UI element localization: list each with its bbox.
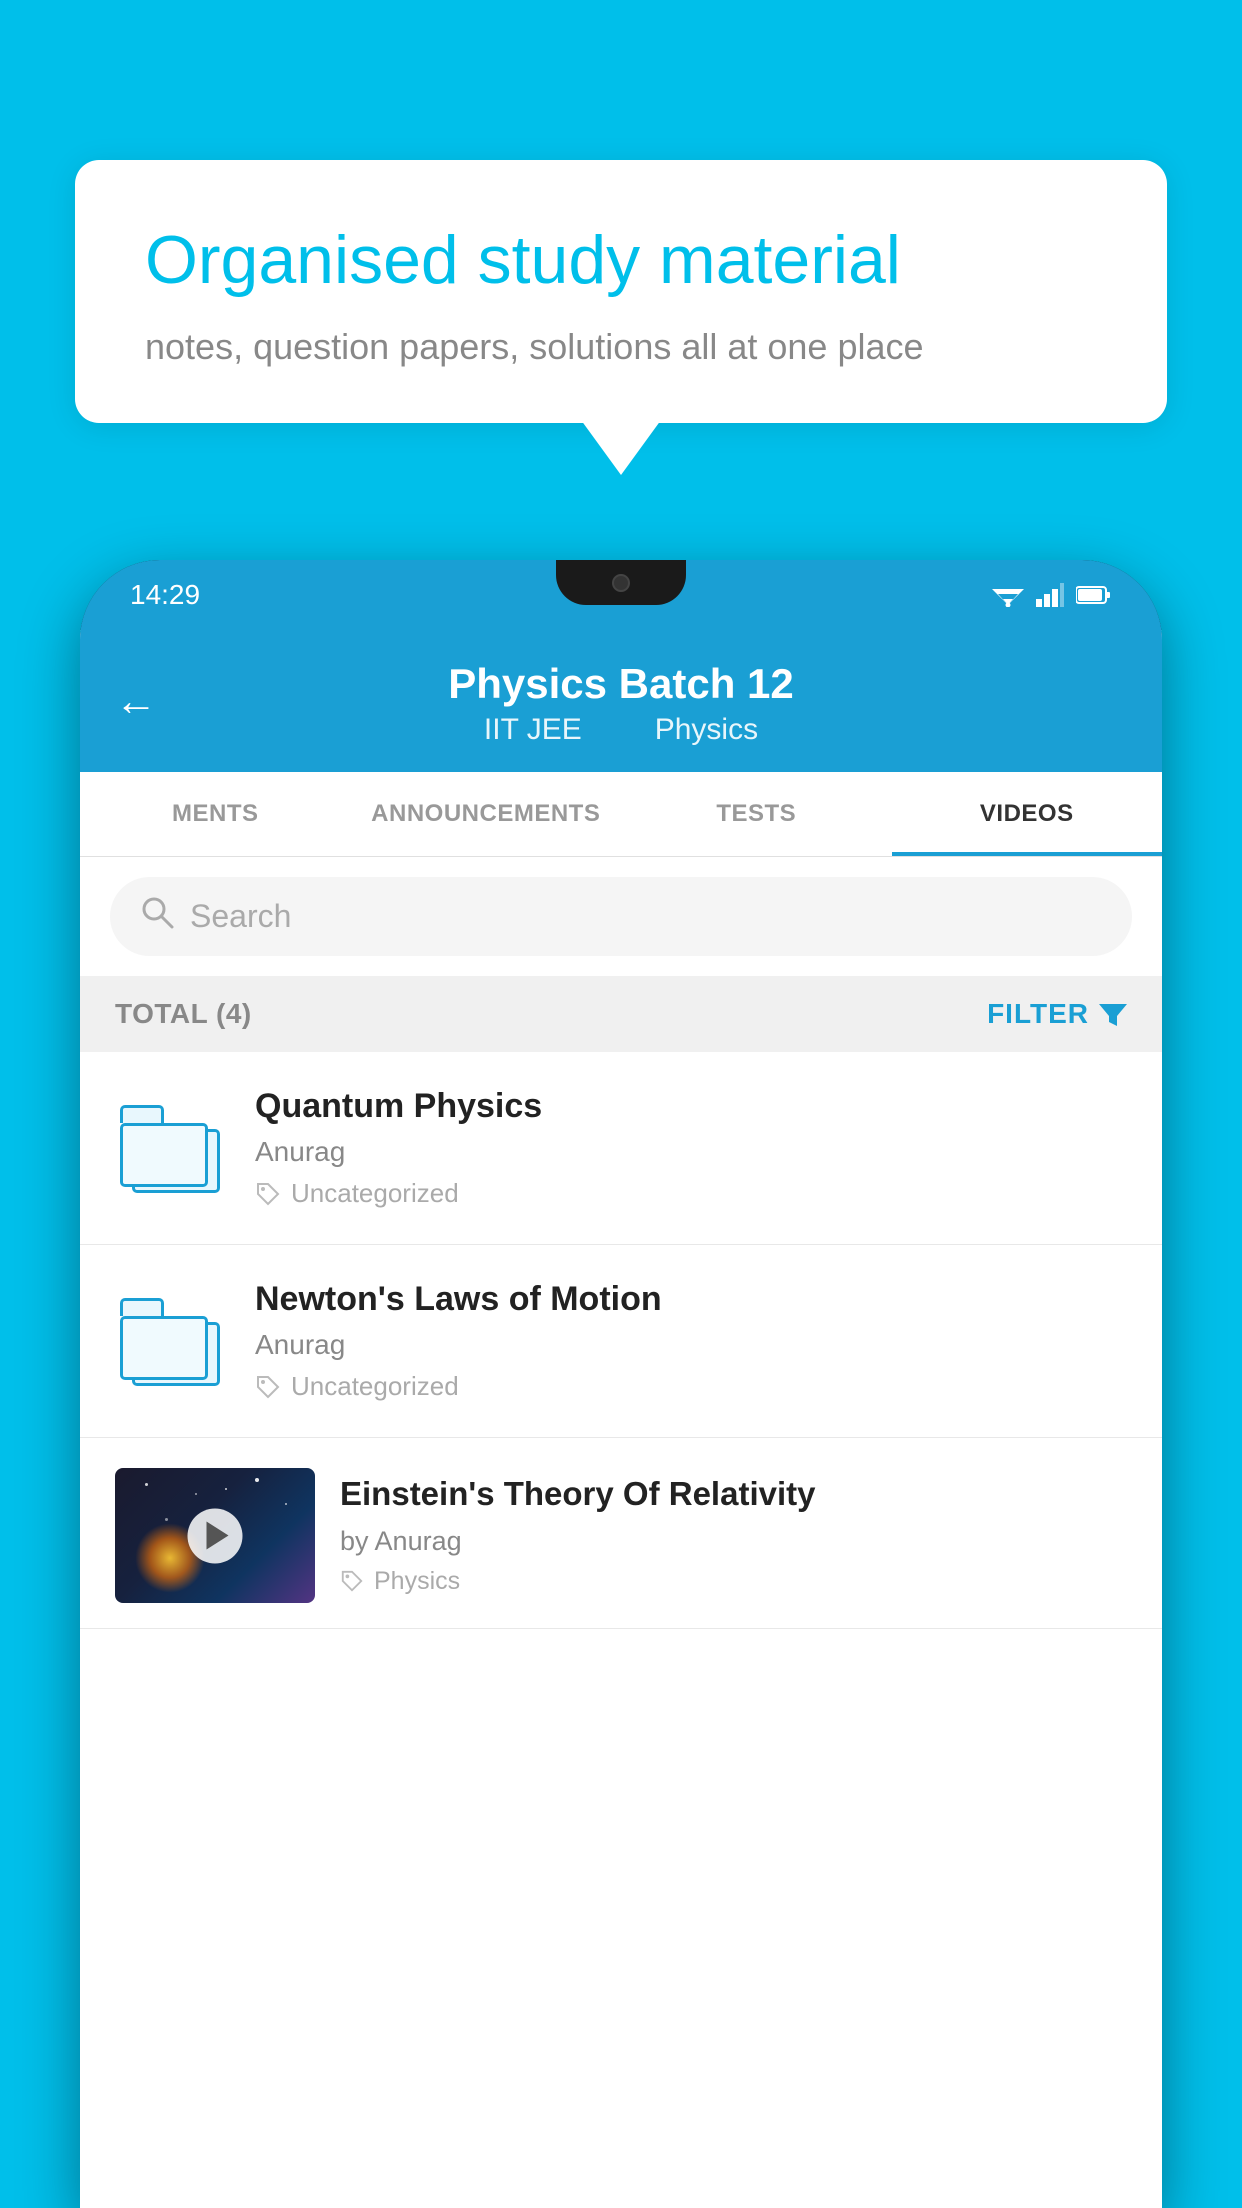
header-subtitle-part2: Physics	[655, 713, 758, 746]
search-placeholder: Search	[190, 898, 291, 935]
folder-thumb	[115, 1093, 225, 1203]
list-item[interactable]: Einstein's Theory Of Relativity by Anura…	[80, 1438, 1162, 1629]
search-input-wrap[interactable]: Search	[110, 877, 1132, 956]
bubble-title: Organised study material	[145, 220, 1097, 302]
total-label: TOTAL (4)	[115, 998, 252, 1030]
video-thumbnail	[115, 1468, 315, 1603]
video-tag: Uncategorized	[255, 1371, 1127, 1402]
filter-label: FILTER	[987, 998, 1089, 1030]
play-button[interactable]	[188, 1508, 243, 1563]
tab-ments[interactable]: MENTS	[80, 772, 351, 856]
signal-icon	[1036, 583, 1064, 607]
filter-icon	[1099, 1000, 1127, 1028]
video-author: Anurag	[255, 1136, 1127, 1168]
list-item[interactable]: Newton's Laws of Motion Anurag Uncategor…	[80, 1245, 1162, 1438]
tab-tests[interactable]: TESTS	[621, 772, 892, 856]
folder-thumb	[115, 1286, 225, 1396]
video-list: Quantum Physics Anurag Uncategorized	[80, 1052, 1162, 1629]
phone-frame: 14:29	[80, 560, 1162, 2208]
header-subtitle-separator	[614, 713, 631, 746]
search-icon	[140, 895, 174, 938]
app-header: ← Physics Batch 12 IIT JEE Physics	[80, 630, 1162, 772]
header-subtitle: IIT JEE Physics	[472, 713, 770, 747]
camera	[612, 574, 630, 592]
phone-screen: ← Physics Batch 12 IIT JEE Physics MENTS…	[80, 630, 1162, 2208]
video-tag: Uncategorized	[255, 1178, 1127, 1209]
video-author: Anurag	[255, 1329, 1127, 1361]
video-title: Einstein's Theory Of Relativity	[340, 1473, 1127, 1516]
header-subtitle-part1: IIT JEE	[484, 713, 582, 746]
tag-icon	[340, 1569, 364, 1593]
video-title: Quantum Physics	[255, 1087, 1127, 1126]
status-icons	[992, 583, 1112, 607]
play-triangle	[206, 1522, 228, 1550]
speech-bubble: Organised study material notes, question…	[75, 160, 1167, 423]
tabs-bar: MENTS ANNOUNCEMENTS TESTS VIDEOS	[80, 772, 1162, 857]
wifi-icon	[992, 583, 1024, 607]
tab-announcements[interactable]: ANNOUNCEMENTS	[351, 772, 622, 856]
filter-button[interactable]: FILTER	[987, 998, 1127, 1030]
video-info: Einstein's Theory Of Relativity by Anura…	[340, 1468, 1127, 1596]
filter-bar: TOTAL (4) FILTER	[80, 976, 1162, 1052]
video-info: Newton's Laws of Motion Anurag Uncategor…	[255, 1280, 1127, 1402]
list-item[interactable]: Quantum Physics Anurag Uncategorized	[80, 1052, 1162, 1245]
tag-icon	[255, 1374, 281, 1400]
tab-videos[interactable]: VIDEOS	[892, 772, 1163, 856]
status-time: 14:29	[130, 579, 200, 611]
video-author: by Anurag	[340, 1526, 1127, 1557]
tag-icon	[255, 1181, 281, 1207]
notch	[556, 560, 686, 605]
back-button[interactable]: ←	[115, 677, 157, 725]
video-info: Quantum Physics Anurag Uncategorized	[255, 1087, 1127, 1209]
status-bar: 14:29	[80, 560, 1162, 630]
bubble-subtitle: notes, question papers, solutions all at…	[145, 326, 1097, 368]
video-tag: Physics	[340, 1567, 1127, 1596]
video-title: Newton's Laws of Motion	[255, 1280, 1127, 1319]
battery-icon	[1076, 585, 1112, 605]
header-title: Physics Batch 12	[448, 660, 794, 708]
search-bar: Search	[80, 857, 1162, 976]
